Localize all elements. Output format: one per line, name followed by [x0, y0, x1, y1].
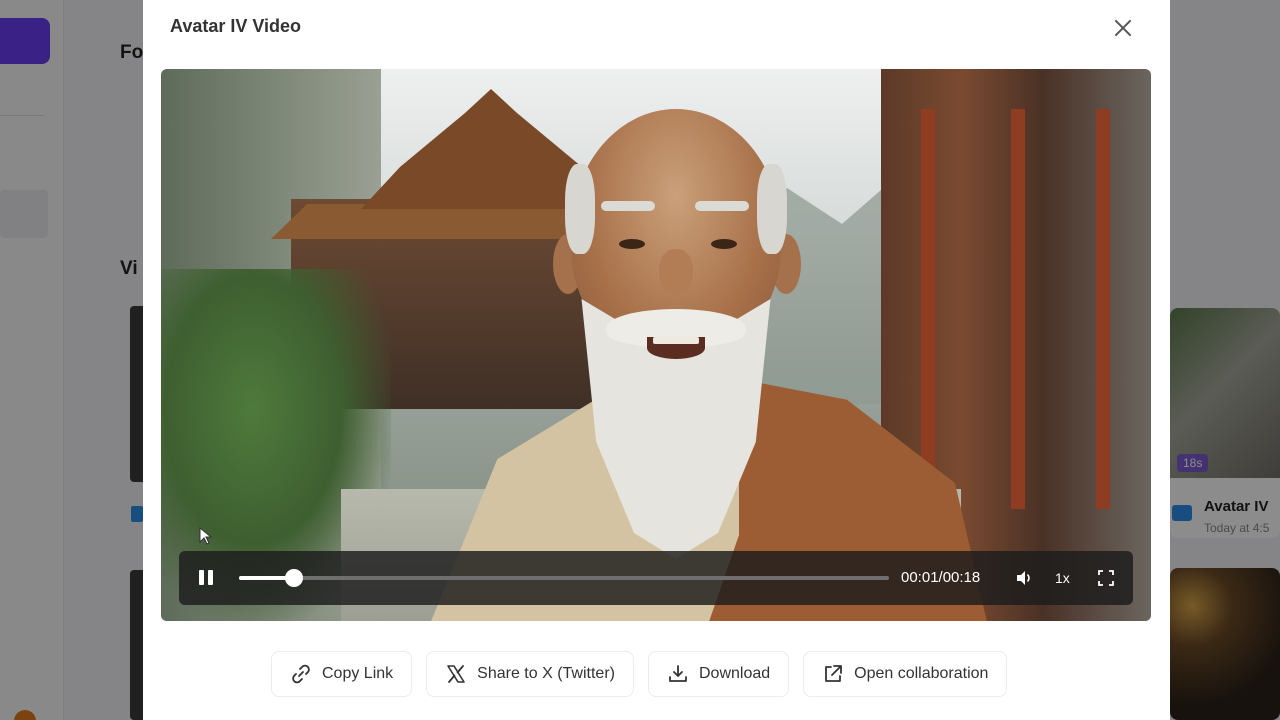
- avatar-eye: [619, 239, 645, 249]
- close-icon[interactable]: [1110, 15, 1136, 41]
- scene-pillar: [1011, 109, 1025, 509]
- modal-title: Avatar IV Video: [170, 16, 302, 36]
- avatar-teeth: [653, 337, 699, 344]
- video-modal: Avatar IV Video 00:01/00:18 1x Copy Link…: [143, 0, 1170, 720]
- avatar-hair: [757, 164, 787, 254]
- avatar-brow: [601, 201, 655, 211]
- avatar-hair: [565, 164, 595, 254]
- seek-handle[interactable]: [285, 569, 304, 587]
- download-label: Download: [698, 665, 771, 682]
- share-to-x-button[interactable]: Share to X (Twitter): [426, 651, 634, 697]
- playback-speed-button[interactable]: 1x: [1055, 570, 1070, 586]
- copy-link-button[interactable]: Copy Link: [271, 651, 413, 697]
- link-icon: [292, 664, 310, 684]
- share-to-x-label: Share to X (Twitter): [477, 665, 615, 682]
- external-link-icon: [825, 665, 843, 682]
- download-icon: [669, 665, 687, 682]
- download-button[interactable]: Download: [647, 651, 790, 697]
- avatar-brow: [695, 201, 749, 211]
- video-player[interactable]: 00:01/00:18 1x: [161, 69, 1151, 621]
- x-logo-icon: [447, 665, 465, 683]
- avatar-nose: [659, 249, 693, 294]
- seek-bar[interactable]: [239, 569, 889, 587]
- open-collaboration-label: Open collaboration: [854, 665, 989, 682]
- fullscreen-icon[interactable]: [1097, 569, 1115, 587]
- scene-pillar: [1096, 109, 1110, 509]
- time-display: 00:01/00:18: [901, 569, 981, 586]
- open-collaboration-button[interactable]: Open collaboration: [803, 651, 1008, 697]
- scene-pillar: [921, 109, 935, 509]
- pause-icon[interactable]: [197, 569, 215, 587]
- player-controls: 00:01/00:18 1x: [179, 551, 1133, 605]
- volume-icon[interactable]: [1015, 569, 1033, 587]
- copy-link-label: Copy Link: [322, 665, 394, 682]
- action-bar: Copy Link Share to X (Twitter) Download …: [271, 651, 1008, 697]
- avatar-eye: [711, 239, 737, 249]
- mouse-cursor-icon: [199, 527, 213, 545]
